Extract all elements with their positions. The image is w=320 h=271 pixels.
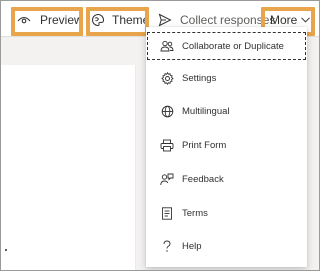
menu-item-label: Feedback (182, 173, 224, 185)
right-gutter (307, 37, 319, 270)
menu-item-label: Terms (182, 207, 208, 219)
people-icon (160, 39, 174, 53)
question-icon (160, 239, 174, 253)
canvas-marker (5, 249, 7, 251)
more-menu: Collaborate or Duplicate Settings Multil… (146, 27, 307, 267)
menu-item-label: Multilingual (182, 105, 230, 117)
menu-item-settings[interactable]: Settings (146, 63, 307, 93)
feedback-icon (160, 172, 174, 186)
menu-item-label: Collaborate or Duplicate (182, 40, 284, 52)
theme-highlight (86, 7, 149, 36)
document-icon (160, 206, 174, 220)
menu-item-label: Print Form (182, 139, 227, 151)
gear-icon (160, 71, 174, 85)
menu-item-terms[interactable]: Terms (146, 198, 307, 228)
send-icon (158, 13, 172, 27)
app-window: Preview Theme Collect responses More Col… (0, 0, 320, 271)
menu-item-multilingual[interactable]: Multilingual (146, 96, 307, 126)
form-page (1, 65, 136, 270)
printer-icon (160, 138, 174, 152)
menu-item-print-form[interactable]: Print Form (146, 130, 307, 160)
menu-item-collaborate[interactable]: Collaborate or Duplicate (146, 31, 307, 61)
menu-item-label: Help (182, 240, 202, 252)
menu-item-label: Settings (182, 72, 217, 84)
menu-item-feedback[interactable]: Feedback (146, 164, 307, 194)
globe-icon (160, 104, 174, 118)
preview-highlight (11, 7, 83, 36)
menu-item-help[interactable]: Help (146, 231, 307, 261)
